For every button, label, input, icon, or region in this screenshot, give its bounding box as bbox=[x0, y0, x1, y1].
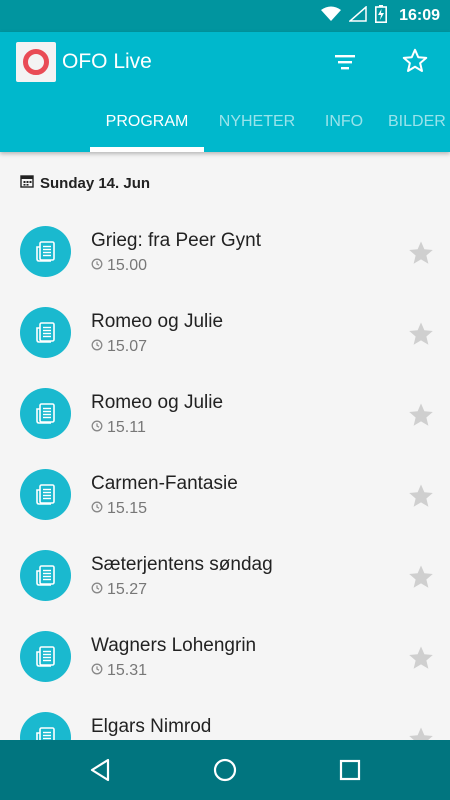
item-title: Elgars Nimrod bbox=[91, 716, 212, 737]
item-time: 15.27 bbox=[91, 581, 147, 599]
star-icon bbox=[406, 322, 436, 353]
item-title: Sæterjentens søndag bbox=[91, 554, 273, 575]
home-icon bbox=[210, 758, 240, 789]
status-time: 16:09 bbox=[399, 7, 440, 24]
app-title: OFO Live bbox=[62, 50, 152, 73]
battery-icon bbox=[375, 4, 388, 28]
program-item[interactable]: Sæterjentens søndag 15.27 bbox=[0, 540, 450, 621]
favorite-star-button[interactable] bbox=[406, 238, 436, 268]
program-item[interactable]: Elgars Nimrod bbox=[0, 702, 450, 740]
item-time-label: 15.31 bbox=[107, 662, 148, 679]
favorite-star-button[interactable] bbox=[406, 481, 436, 511]
item-icon-circle bbox=[20, 550, 71, 601]
app-logo bbox=[16, 42, 56, 82]
item-icon-circle bbox=[20, 388, 71, 439]
program-item[interactable]: Romeo og Julie 15.11 bbox=[0, 378, 450, 459]
program-item[interactable]: Wagners Lohengrin 15.31 bbox=[0, 621, 450, 702]
star-icon bbox=[406, 565, 436, 596]
item-time: 15.15 bbox=[91, 500, 147, 518]
clock-icon bbox=[91, 662, 103, 680]
item-time: 15.31 bbox=[91, 662, 147, 680]
program-item[interactable]: Romeo og Julie 15.07 bbox=[0, 297, 450, 378]
item-time-label: 15.00 bbox=[107, 257, 148, 274]
wifi-icon bbox=[321, 6, 342, 27]
tab-bar: PROGRAM NYHETER INFO BILDER bbox=[0, 102, 450, 152]
status-icons: 16:09 bbox=[321, 0, 440, 32]
favorite-star-button[interactable] bbox=[406, 724, 436, 740]
item-icon-circle bbox=[20, 226, 71, 277]
home-button[interactable] bbox=[210, 755, 240, 785]
clock-icon bbox=[91, 257, 103, 275]
item-icon-circle bbox=[20, 712, 71, 740]
cell-signal-icon bbox=[348, 4, 367, 27]
item-time-label: 15.15 bbox=[107, 500, 148, 517]
tab-info[interactable]: INFO bbox=[316, 102, 372, 152]
star-icon bbox=[406, 403, 436, 434]
program-item[interactable]: Grieg: fra Peer Gynt 15.00 bbox=[0, 216, 450, 297]
status-bar: 16:09 bbox=[0, 0, 450, 32]
date-header: Sunday 14. Jun bbox=[20, 174, 150, 192]
tab-program[interactable]: PROGRAM bbox=[90, 102, 204, 152]
item-time-label: 15.11 bbox=[107, 419, 146, 436]
program-list: Grieg: fra Peer Gynt 15.00 Romeo og Julie 1… bbox=[0, 216, 450, 740]
star-icon bbox=[406, 646, 436, 677]
app-bar: OFO Live PROGRAM NYHETER INFO BILDER bbox=[0, 32, 450, 152]
item-icon-circle bbox=[20, 307, 71, 358]
filter-icon bbox=[330, 55, 360, 80]
item-icon-circle bbox=[20, 631, 71, 682]
item-time-label: 15.07 bbox=[107, 338, 148, 355]
favorite-star-button[interactable] bbox=[406, 400, 436, 430]
clock-icon bbox=[91, 500, 103, 518]
tab-bilder[interactable]: BILDER bbox=[388, 102, 450, 152]
item-time-label: 15.27 bbox=[107, 581, 148, 598]
item-title: Romeo og Julie bbox=[91, 311, 224, 332]
item-time: 15.07 bbox=[91, 338, 147, 356]
date-label: Sunday 14. Jun bbox=[40, 174, 151, 192]
item-title: Romeo og Julie bbox=[91, 392, 224, 413]
star-icon bbox=[406, 484, 436, 515]
item-title: Carmen-Fantasie bbox=[91, 473, 238, 494]
calendar-icon bbox=[20, 174, 34, 192]
back-button[interactable] bbox=[86, 755, 116, 785]
item-time: 15.00 bbox=[91, 257, 147, 275]
item-title: Wagners Lohengrin bbox=[91, 635, 257, 656]
clock-icon bbox=[91, 581, 103, 599]
star-outline-icon bbox=[400, 48, 430, 80]
favorite-star-button[interactable] bbox=[406, 643, 436, 673]
recents-button[interactable] bbox=[335, 755, 365, 785]
tab-nyheter[interactable]: NYHETER bbox=[212, 102, 302, 152]
filter-button[interactable] bbox=[330, 48, 360, 76]
item-time: 15.11 bbox=[91, 419, 146, 437]
program-content: Sunday 14. Jun Grieg: fra Peer Gynt 15.00… bbox=[0, 152, 450, 740]
favorite-star-button[interactable] bbox=[406, 562, 436, 592]
item-title: Grieg: fra Peer Gynt bbox=[91, 230, 262, 251]
back-icon bbox=[86, 758, 116, 789]
clock-icon bbox=[91, 419, 103, 437]
favorite-star-button[interactable] bbox=[406, 319, 436, 349]
star-icon bbox=[406, 241, 436, 272]
clock-icon bbox=[91, 338, 103, 356]
item-icon-circle bbox=[20, 469, 71, 520]
program-item[interactable]: Carmen-Fantasie 15.15 bbox=[0, 459, 450, 540]
navigation-bar bbox=[0, 740, 450, 800]
favorites-button[interactable] bbox=[400, 46, 430, 76]
recents-icon bbox=[335, 759, 365, 789]
